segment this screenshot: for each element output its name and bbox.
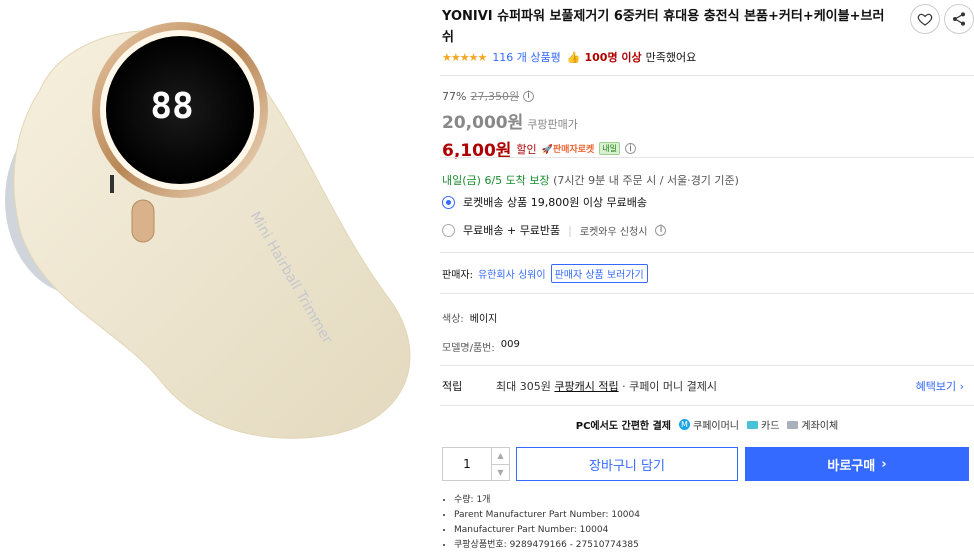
payment-label: PC에서도 간편한 결제 — [575, 421, 671, 432]
share-icon — [953, 12, 965, 26]
color-attribute: 색상: 베이지 — [442, 310, 497, 325]
quantity-stepper[interactable]: 1 ▲ ▼ — [442, 447, 510, 481]
seller-label: 판매자: — [442, 270, 473, 281]
discount-rate: 77% — [442, 89, 467, 103]
share-button[interactable] — [944, 4, 974, 34]
attribute-value: 009 — [500, 339, 520, 350]
satisfied-text: 만족했어요 — [645, 51, 697, 64]
quantity-input[interactable]: 1 — [443, 448, 491, 480]
coupang-cash-link[interactable]: 쿠팡캐시 적립 — [554, 380, 618, 393]
discount-row: 77% 27,350원 i — [442, 88, 636, 104]
divider — [440, 365, 974, 366]
spec-item: Manufacturer Part Number: 10004 — [454, 523, 640, 538]
model-attribute: 모델명/품번: 009 — [442, 339, 520, 354]
product-title: YONIVI 슈퍼파워 보풀제거기 6중커터 휴대용 충전식 본품+커터+케이블… — [442, 9, 885, 45]
spec-item: 수량: 1개 — [454, 493, 640, 508]
payment-method-label: 쿠페이머니 — [693, 421, 739, 432]
info-icon[interactable]: i — [523, 90, 535, 102]
points-suffix: · 쿠페이 머니 결제시 — [622, 380, 718, 393]
satisfied-count: 100명 이상 — [584, 51, 642, 64]
spec-item: 쿠팡상품번호: 9289479166 - 27510774385 — [454, 538, 640, 553]
base-price-label: 쿠팡판매가 — [527, 118, 578, 131]
chevron-right-icon: › — [881, 456, 887, 472]
price-block: 77% 27,350원 i 20,000원 쿠팡판매가 6,100원 할인 🚀판… — [442, 88, 637, 161]
thumbs-up-icon: 👍 — [566, 50, 581, 64]
buy-now-label: 바로구매 — [827, 458, 876, 474]
seller-products-link[interactable]: 판매자 상품 보러가기 — [550, 264, 648, 283]
option-sub: 로켓와우 신청시 — [579, 226, 648, 238]
payment-methods: PC에서도 간편한 결제 M 쿠페이머니 카드 계좌이체 — [440, 417, 974, 432]
payment-card: 카드 — [747, 417, 779, 432]
seller-rocket-badge: 🚀판매자로켓 — [541, 145, 595, 155]
radio-button[interactable] — [442, 223, 455, 237]
radio-button[interactable] — [442, 195, 455, 209]
divider — [440, 75, 974, 76]
delivery-guarantee: 도착 보장 — [505, 174, 550, 187]
top-actions — [910, 4, 974, 34]
base-price-row: 20,000원 쿠팡판매가 — [442, 108, 636, 133]
spec-item: Parent Manufacturer Part Number: 10004 — [454, 508, 640, 523]
divider — [440, 405, 974, 406]
base-price: 20,000원 — [442, 113, 524, 133]
display-digits: 88 — [150, 86, 193, 127]
delivery-info: 내일(금) 6/5 도착 보장 (7시간 9분 내 주문 시 / 서울⋅경기 기… — [442, 172, 739, 188]
payment-method-label: 카드 — [761, 421, 780, 432]
product-details: YONIVI 슈퍼파워 보풀제거기 6중커터 휴대용 충전식 본품+커터+케이블… — [440, 0, 974, 554]
rating-row: ★★★★★ 116 개 상품평 👍 100명 이상 만족했어요 — [442, 49, 696, 65]
payment-bank: 계좌이체 — [787, 417, 838, 432]
separator: | — [568, 223, 572, 237]
attribute-key: 모델명/품번: — [442, 343, 495, 354]
lint-remover-illustration: 88 Mini Hairball Trimmer — [5, 22, 411, 439]
attribute-key: 색상: — [442, 314, 464, 325]
add-to-cart-button[interactable]: 장바구니 담기 — [516, 447, 738, 481]
payment-coupay: M 쿠페이머니 — [679, 417, 739, 432]
tomorrow-badge: 내일 — [599, 142, 621, 155]
shipping-option-free-return[interactable]: 무료배송 + 무료반품 | 로켓와우 신청시 i — [442, 222, 667, 238]
coupay-icon: M — [679, 419, 690, 430]
info-icon[interactable]: i — [625, 143, 637, 154]
info-icon[interactable]: i — [655, 224, 667, 236]
payment-method-label: 계좌이체 — [801, 421, 839, 432]
shipping-option-rocket[interactable]: 로켓배송 상품 19,800원 이상 무료배송 — [442, 194, 647, 210]
quantity-down-icon[interactable]: ▼ — [492, 465, 509, 481]
buy-now-button[interactable]: 바로구매 › — [745, 447, 969, 481]
option-label: 무료배송 + 무료반품 — [463, 224, 561, 237]
sale-label: 할인 — [516, 142, 537, 156]
points-text: 최대 305원 쿠팡캐시 적립 · 쿠페이 머니 결제시 — [496, 378, 717, 394]
quantity-up-icon[interactable]: ▲ — [492, 448, 509, 465]
quantity-steps: ▲ ▼ — [491, 448, 509, 480]
divider — [440, 157, 974, 158]
product-image: 88 Mini Hairball Trimmer — [0, 0, 430, 554]
card-icon — [747, 420, 758, 429]
seller-name-link[interactable]: 유한회사 싱워이 — [478, 266, 546, 281]
review-count-link[interactable]: 116 개 상품평 — [492, 49, 560, 65]
points-row: 적립 최대 305원 쿠팡캐시 적립 · 쿠페이 머니 결제시 혜택보기 › — [442, 378, 974, 394]
delivery-condition: (7시간 9분 내 주문 시 / 서울⋅경기 기준) — [553, 174, 739, 187]
divider — [440, 252, 974, 253]
star-rating: ★★★★★ — [442, 50, 487, 64]
spec-list: 수량: 1개 Parent Manufacturer Part Number: … — [454, 493, 640, 553]
points-amount: 최대 305원 — [496, 380, 551, 393]
option-label: 로켓배송 상품 19,800원 이상 무료배송 — [463, 196, 648, 209]
original-price: 27,350원 — [470, 90, 520, 103]
points-label: 적립 — [442, 380, 463, 393]
wishlist-button[interactable] — [910, 4, 940, 34]
seller-row: 판매자: 유한회사 싱워이 판매자 상품 보러가기 — [442, 264, 648, 283]
bank-transfer-icon — [787, 420, 799, 429]
benefit-link[interactable]: 혜택보기 › — [916, 378, 974, 394]
attribute-value: 베이지 — [469, 314, 498, 325]
delivery-date: 내일(금) 6/5 — [442, 174, 503, 187]
divider — [440, 293, 974, 294]
satisfaction: 👍 100명 이상 만족했어요 — [567, 49, 696, 65]
heart-icon — [917, 13, 933, 26]
